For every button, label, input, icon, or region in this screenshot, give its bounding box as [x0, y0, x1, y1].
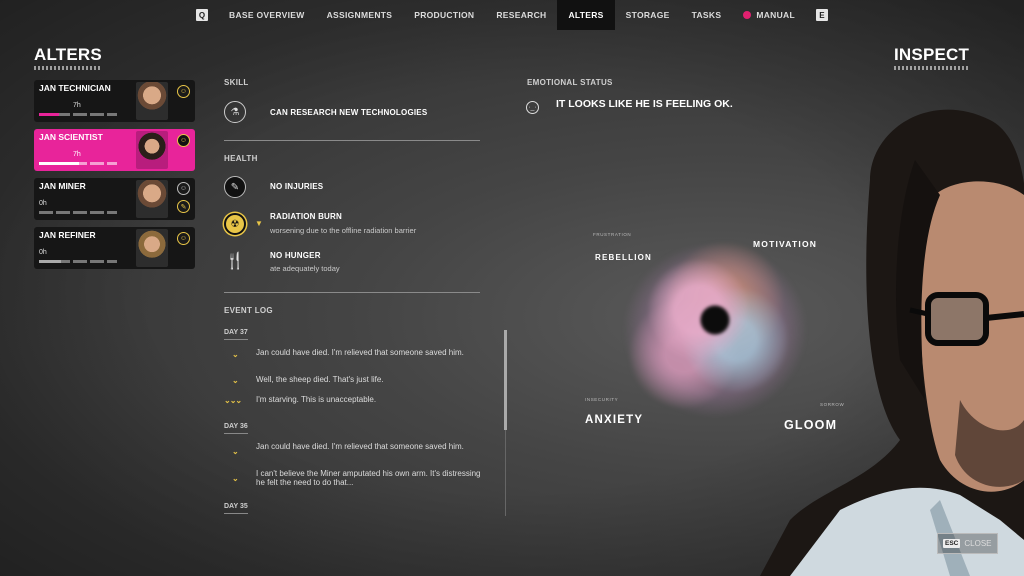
alter-avatar — [136, 180, 168, 218]
bandage-icon: ✎ — [224, 176, 246, 198]
tab-research[interactable]: RESEARCH — [485, 0, 557, 30]
health-label: HEALTH — [224, 154, 258, 163]
alter-progress-bar — [39, 260, 117, 263]
alter-hours: 0h — [39, 200, 47, 207]
nav-next-key[interactable]: E — [815, 9, 828, 21]
alter-avatar — [136, 131, 168, 169]
worsening-chevron-icon: ▼ — [255, 219, 263, 228]
tab-alters[interactable]: ALTERS — [557, 0, 615, 30]
health-title: RADIATION BURN — [270, 212, 342, 221]
health-sub: ate adequately today — [270, 264, 340, 273]
log-entry: Jan could have died. I'm relieved that s… — [256, 348, 464, 357]
log-entry: Jan could have died. I'm relieved that s… — [256, 442, 464, 451]
fork-knife-icon: 🍴 — [225, 253, 245, 270]
log-entry: Well, the sheep died. That's just life. — [256, 375, 384, 384]
chevron-down-icon: ⌄⌄⌄ — [224, 396, 242, 405]
alter-progress-bar — [39, 113, 117, 116]
event-log-label: EVENT LOG — [224, 306, 273, 315]
alter-avatar — [136, 229, 168, 267]
bandage-icon: ✎ — [177, 200, 190, 213]
log-day: DAY 36 — [224, 423, 248, 434]
radiation-icon: ☢ — [224, 213, 246, 235]
emotion-anxiety-label: ANXIETY — [585, 414, 644, 426]
alter-avatar — [136, 82, 168, 120]
skill-text: CAN RESEARCH NEW TECHNOLOGIES — [270, 108, 428, 117]
mood-icon: ☺ — [177, 182, 190, 195]
alter-hours: 7h — [73, 102, 81, 109]
log-entry: I can't believe the Miner amputated his … — [256, 469, 481, 487]
mood-icon: ☺ — [177, 85, 190, 98]
health-sub: worsening due to the offline radiation b… — [270, 226, 417, 235]
top-navigation: Q BASE OVERVIEW ASSIGNMENTS PRODUCTION R… — [0, 0, 1024, 30]
alter-hours: 7h — [73, 151, 81, 158]
tab-assignments[interactable]: ASSIGNMENTS — [316, 0, 404, 30]
tab-base-overview[interactable]: BASE OVERVIEW — [218, 0, 316, 30]
alter-hours: 0h — [39, 249, 47, 256]
chevron-down-icon: ⌄ — [232, 350, 239, 359]
emotional-status-label: EMOTIONAL STATUS — [527, 78, 613, 87]
mood-icon: ☺ — [177, 232, 190, 245]
esc-key: ESC — [943, 539, 961, 548]
event-log-scroll-thumb[interactable] — [504, 330, 507, 430]
emotional-status-text: IT LOOKS LIKE HE IS FEELING OK. — [556, 98, 733, 110]
close-label: CLOSE — [964, 539, 992, 548]
alter-name: JAN MINER — [39, 181, 86, 191]
log-entry: I'm starving. This is unacceptable. — [256, 395, 377, 404]
alters-list: JAN TECHNICIAN 7h ☺ JAN SCIENTIST 7h ☺ J… — [34, 80, 195, 276]
chevron-down-icon: ⌄ — [232, 376, 239, 385]
health-title: NO HUNGER — [270, 251, 321, 260]
alter-name: JAN SCIENTIST — [39, 132, 103, 142]
chevron-down-icon: ⌄ — [232, 447, 239, 456]
tab-manual-label: MANUAL — [756, 10, 795, 20]
chevron-down-icon: ⌄ — [232, 474, 239, 483]
log-day: DAY 37 — [224, 329, 248, 340]
manual-alert-icon — [743, 11, 752, 19]
alter-card-refiner[interactable]: JAN REFINER 0h ☺ — [34, 227, 195, 269]
emotion-insecurity-label: INSECURITY — [585, 397, 619, 402]
tab-manual[interactable]: MANUAL — [732, 0, 806, 30]
inspect-title: INSPECT — [894, 45, 969, 70]
alter-card-technician[interactable]: JAN TECHNICIAN 7h ☺ — [34, 80, 195, 122]
divider — [224, 292, 480, 293]
neutral-face-icon: ·_· — [526, 101, 539, 114]
health-title: NO INJURIES — [270, 182, 324, 191]
alter-progress-bar — [39, 211, 117, 214]
alters-title: ALTERS — [34, 45, 102, 70]
alter-card-scientist[interactable]: JAN SCIENTIST 7h ☺ — [34, 129, 195, 171]
log-day: DAY 35 — [224, 503, 248, 514]
tab-storage[interactable]: STORAGE — [615, 0, 681, 30]
nav-prev-key[interactable]: Q — [196, 9, 209, 21]
alter-name: JAN TECHNICIAN — [39, 83, 111, 93]
alter-progress-bar — [39, 162, 117, 165]
tab-tasks[interactable]: TASKS — [681, 0, 733, 30]
close-button[interactable]: ESC CLOSE — [937, 533, 998, 554]
divider — [224, 140, 480, 141]
skill-label: SKILL — [224, 78, 249, 87]
emotion-frustration-label: FRUSTRATION — [593, 232, 632, 237]
character-portrait — [760, 109, 1024, 576]
mood-icon: ☺ — [177, 134, 190, 147]
emotion-rebellion-label: REBELLION — [595, 253, 653, 262]
alter-name: JAN REFINER — [39, 230, 96, 240]
microscope-icon: ⚗ — [224, 101, 246, 123]
alter-card-miner[interactable]: JAN MINER 0h ☺ ✎ — [34, 178, 195, 220]
tab-production[interactable]: PRODUCTION — [403, 0, 485, 30]
